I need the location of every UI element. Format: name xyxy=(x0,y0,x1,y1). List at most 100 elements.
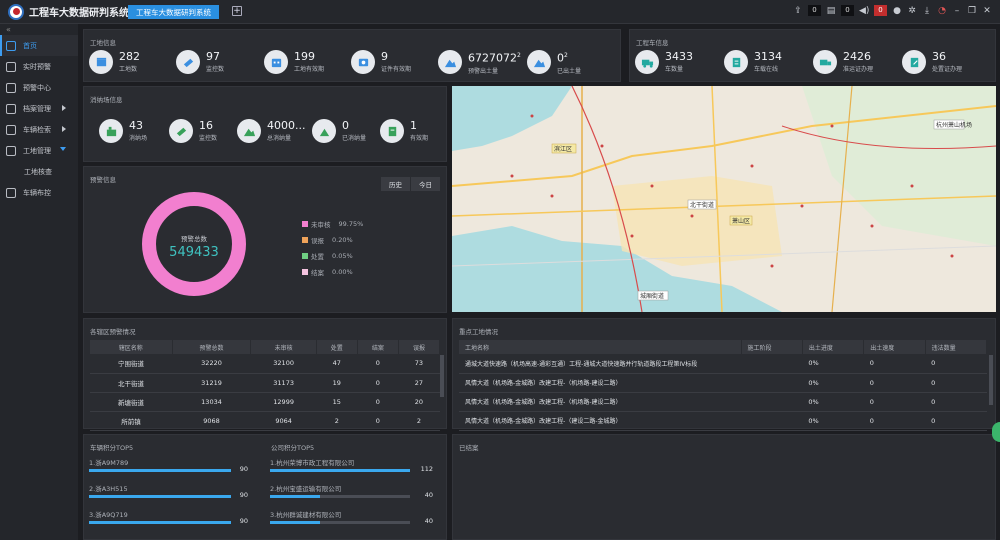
stat-value: 4000... xyxy=(267,119,306,132)
stat-transport-permit[interactable]: 2426 准运证办理 xyxy=(813,50,873,74)
sidebar-item-vehicle-search[interactable]: 车辆检索 xyxy=(0,119,78,140)
table-cell xyxy=(741,392,803,412)
home-icon xyxy=(6,40,16,51)
legend-swatch xyxy=(302,253,308,259)
table-cell: 0 xyxy=(925,411,987,431)
sidebar-item-label: 实时预警 xyxy=(23,62,51,71)
table-row[interactable]: 风情大道（机场路-金城路）改建工程-（机场路-建设二路） 0% 0 0 xyxy=(459,373,987,393)
speed-icon[interactable]: ◔ xyxy=(937,6,947,16)
stat-disposal-validity[interactable]: 1 有效期 xyxy=(380,119,428,143)
table-scrollbar[interactable] xyxy=(440,355,444,397)
sidebar-item-archive[interactable]: 档案管理 xyxy=(0,98,78,119)
donut-ring xyxy=(142,192,246,296)
stat-value: 9 xyxy=(381,50,388,63)
user-icon[interactable]: ● xyxy=(892,6,902,16)
table-cell: 9064 xyxy=(250,411,317,431)
stat-out-soil[interactable]: 02 已出土量 xyxy=(527,50,581,75)
table-cell: 31173 xyxy=(250,373,317,393)
close-icon[interactable]: ✕ xyxy=(982,6,992,16)
map-view[interactable]: 滨江区 北干街道 萧山区 城厢街道 杭州萧山机场 xyxy=(452,86,996,312)
table-row[interactable]: 风情大道（机场路-金城路）改建工程-（建设二路-金城路） 0% 0 0 xyxy=(459,411,987,431)
minimize-icon[interactable]: – xyxy=(952,6,962,16)
sidebar-item-realtime-alarm[interactable]: 实时预警 xyxy=(0,56,78,77)
table-scrollbar[interactable] xyxy=(989,355,993,405)
stat-label: 有效期 xyxy=(410,135,429,142)
table-cell: 0 xyxy=(925,392,987,412)
sidebar-item-label: 工地管理 xyxy=(23,146,51,155)
panel-title: 消纳场信息 xyxy=(90,96,123,104)
map-label-beigan: 北干街道 xyxy=(690,201,714,209)
table-cell: 0% xyxy=(802,373,864,393)
alarm-legend: 未审核 99.75% 误报 0.20% 处置 0.05% 结案 0.00% xyxy=(302,219,363,283)
sidebar-item-home[interactable]: 首页 xyxy=(0,35,78,56)
history-button[interactable]: 历史 xyxy=(381,177,410,191)
mountain-icon xyxy=(527,50,551,75)
restore-icon[interactable]: ❐ xyxy=(967,6,977,16)
stat-label: 消纳场 xyxy=(129,135,148,142)
stat-cert-validity[interactable]: 9 证件有效期 xyxy=(351,50,411,74)
tab-main[interactable]: 工程车大数据研判系统 xyxy=(128,5,219,19)
table-row[interactable]: 所前镇 9068 9064 2 0 2 xyxy=(90,411,440,431)
sidebar-item-site-check[interactable]: 工地核查 xyxy=(0,161,78,182)
legend-item: 未审核 99.75% xyxy=(302,219,363,229)
ranking-name: 3.浙A9Q719 xyxy=(89,511,128,519)
stat-value: 282 xyxy=(119,50,140,63)
sidebar-item-label: 车辆布控 xyxy=(23,188,51,197)
stat-vehicle-count[interactable]: 3433 车数量 xyxy=(635,50,693,74)
chevron-right-icon xyxy=(62,126,66,132)
top-bar: 工程车大数据研判系统 工程车大数据研判系统 + ⇪ 0 ▤ 0 ◀) 0 ● ✲… xyxy=(0,0,1000,24)
table-cell: 通城大道快速路（机场高速-通彩互通）工程-通城大道快速路并行轨道路段工程第IV标… xyxy=(459,354,741,374)
stat-label: 监控数 xyxy=(199,135,218,142)
table-cell xyxy=(741,411,803,431)
sidebar-item-label: 首页 xyxy=(23,41,37,50)
float-action-button[interactable] xyxy=(992,422,1000,442)
panel-title: 已结案 xyxy=(459,444,479,452)
table-row[interactable]: 新塘街道 13034 12999 15 0 20 xyxy=(90,392,440,412)
stat-disposal-count[interactable]: 43 消纳场 xyxy=(99,119,147,143)
stat-disposed[interactable]: 0 已消纳量 xyxy=(312,119,366,143)
map-svg: 滨江区 北干街道 萧山区 城厢街道 杭州萧山机场 xyxy=(452,86,996,312)
table-row[interactable]: 北干街道 31219 31173 19 0 27 xyxy=(90,373,440,393)
sidebar-item-site-manage[interactable]: 工地管理 xyxy=(0,140,78,161)
table-row[interactable]: 风情大道（机场路-金城路）改建工程-（机场路-建设二路） 0% 0 0 xyxy=(459,392,987,412)
volume-icon[interactable]: ◀) xyxy=(859,6,869,16)
document-icon[interactable]: ▤ xyxy=(826,6,836,16)
stat-disposal-monitor[interactable]: 16 监控数 xyxy=(169,119,217,143)
upload-icon[interactable]: ⇪ xyxy=(793,6,803,16)
sidebar-item-alarm-center[interactable]: 预警中心 xyxy=(0,77,78,98)
table-cell: 73 xyxy=(398,354,440,374)
legend-item: 误报 0.20% xyxy=(302,235,363,245)
alarm-icon xyxy=(6,82,16,93)
stat-vehicle-online[interactable]: 3134 车载在线 xyxy=(724,50,782,74)
stat-site-count[interactable]: 282 工地数 xyxy=(89,50,140,74)
table-row[interactable]: 通城大道快速路（机场高速-通彩互通）工程-通城大道快速路并行轨道路段工程第IV标… xyxy=(459,354,987,374)
legend-swatch xyxy=(302,221,308,227)
download-icon[interactable]: ⤓ xyxy=(922,6,932,16)
legend-swatch xyxy=(302,269,308,275)
gear-icon[interactable]: ✲ xyxy=(907,6,917,16)
today-button[interactable]: 今日 xyxy=(411,177,440,191)
table-cell: 0 xyxy=(357,392,399,412)
ranking-name: 2.杭州宝盛运输有限公司 xyxy=(270,485,342,493)
ranking-name: 1.杭州荣博市政工程有限公司 xyxy=(270,459,355,467)
stat-total-disposal[interactable]: 4000... 总消纳量 xyxy=(237,119,305,143)
stat-value: 97 xyxy=(206,50,220,63)
chevron-right-icon xyxy=(62,105,66,111)
alarm-donut-chart: 预警总数 549433 xyxy=(139,189,249,301)
stat-disposal-permit[interactable]: 36 处置证办理 xyxy=(902,50,962,74)
collapse-sidebar-icon[interactable]: « xyxy=(0,24,78,35)
table-row[interactable]: 宁围街道 32220 32100 47 0 73 xyxy=(90,354,440,374)
folder-icon xyxy=(6,103,16,114)
sidebar-item-vehicle-control[interactable]: 车辆布控 xyxy=(0,182,78,203)
map-label-xiaoshan: 萧山区 xyxy=(732,217,750,225)
camera-icon xyxy=(176,50,200,74)
stat-monitor-count[interactable]: 97 监控数 xyxy=(176,50,224,74)
stat-label: 监控数 xyxy=(206,66,225,73)
stat-site-validity[interactable]: 199 工地有效期 xyxy=(264,50,324,74)
certificate-icon xyxy=(351,50,375,74)
add-tab-icon[interactable]: + xyxy=(232,6,242,16)
table-header-row: 辖区名称 预警总数 未审核 处置 结案 误报 xyxy=(90,340,441,354)
stat-value: 2426 xyxy=(843,50,871,63)
stat-warn-soil[interactable]: 67270722 预警出土量 xyxy=(438,50,521,75)
alarm-count: 0 xyxy=(874,5,887,16)
